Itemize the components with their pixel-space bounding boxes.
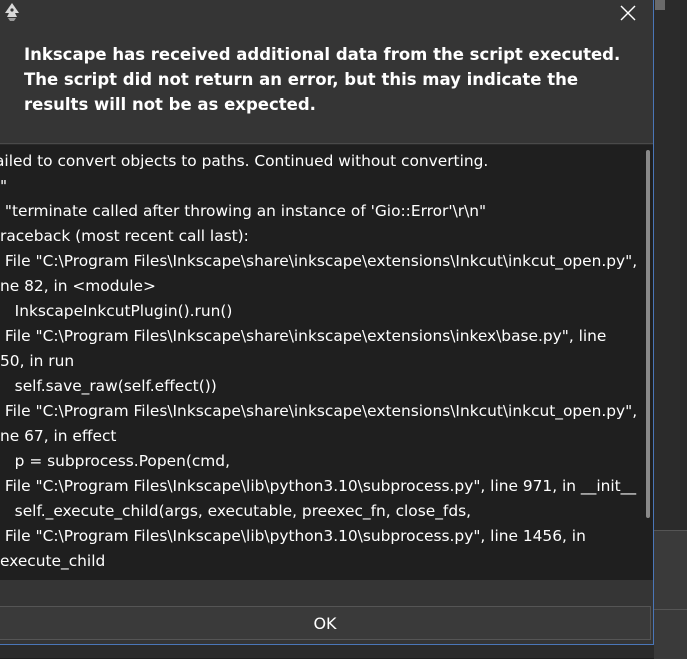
log-line: 50, in run <box>0 352 75 370</box>
dialog-header: Inkscape has received additional data fr… <box>0 26 653 144</box>
log-line: File "C:\Program Files\Inkscape\share\in… <box>0 252 638 270</box>
log-line: self._execute_child(args, executable, pr… <box>0 502 472 520</box>
header-message: Inkscape has received additional data fr… <box>24 45 621 114</box>
log-line: ne 67, in effect <box>0 427 117 445</box>
log-line: p = subprocess.Popen(cmd, <box>0 452 230 470</box>
title-bar <box>0 0 653 26</box>
log-line: execute_child <box>0 552 106 570</box>
message-dialog: Inkscape has received additional data fr… <box>0 0 654 645</box>
inkscape-icon <box>2 2 22 22</box>
log-line: self.save_raw(self.effect()) <box>0 377 217 395</box>
log-output[interactable]: ailed to convert objects to paths. Conti… <box>0 144 653 582</box>
log-text: ailed to convert objects to paths. Conti… <box>0 149 645 574</box>
log-line: raceback (most recent call last): <box>0 227 249 245</box>
log-line: ailed to convert objects to paths. Conti… <box>0 152 489 170</box>
background-panel <box>654 530 687 659</box>
close-button[interactable] <box>604 0 652 26</box>
background-scrollbar <box>655 0 665 10</box>
log-line: InkscapeInkcutPlugin().run() <box>0 302 233 320</box>
close-icon <box>620 5 636 21</box>
ok-button[interactable]: OK <box>0 606 651 640</box>
log-scrollbar[interactable] <box>646 150 650 518</box>
log-line: File "C:\Program Files\Inkscape\lib\pyth… <box>0 477 637 495</box>
log-line: File "C:\Program Files\Inkscape\share\in… <box>0 402 638 420</box>
log-line: ne 82, in <module> <box>0 277 156 295</box>
dialog-footer: OK <box>0 580 653 644</box>
log-line: File "C:\Program Files\Inkscape\lib\pyth… <box>0 527 586 545</box>
log-line: " <box>0 177 8 195</box>
log-line: "terminate called after throwing an inst… <box>0 202 487 220</box>
log-line: File "C:\Program Files\Inkscape\share\in… <box>0 327 607 345</box>
background-divider <box>654 609 687 610</box>
